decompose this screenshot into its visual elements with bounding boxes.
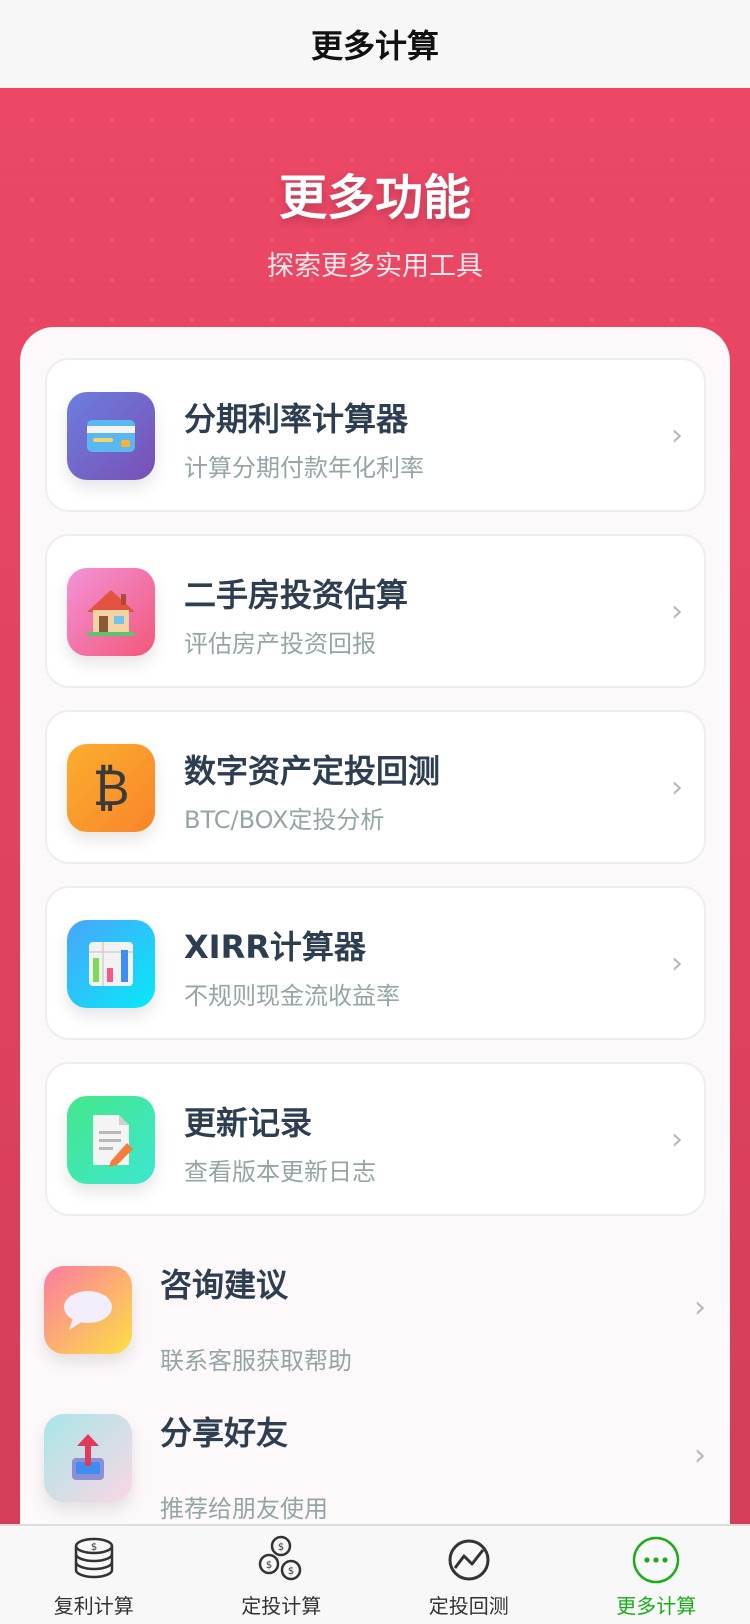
coins-icon: $ $ $ xyxy=(259,1535,302,1581)
bar-chart-icon xyxy=(67,920,155,1008)
speech-bubble-icon xyxy=(44,1266,132,1354)
item-title: 分享好友 xyxy=(160,1414,289,1452)
card-update-log[interactable]: 更新记录 查看版本更新日志 › xyxy=(45,1062,706,1216)
tab-label: 定投计算 xyxy=(241,1594,322,1618)
svg-text:$: $ xyxy=(278,1542,284,1553)
item-consult-advice[interactable]: 咨询建议 联系客服获取帮助 › xyxy=(44,1266,724,1396)
bitcoin-icon: ₿ xyxy=(67,744,155,832)
chevron-right-icon: › xyxy=(671,946,683,981)
page-title: 更多计算 xyxy=(310,27,439,65)
chevron-right-icon: › xyxy=(671,418,683,453)
card-title: 更新记录 xyxy=(184,1104,313,1142)
chevron-right-icon: › xyxy=(694,1290,706,1325)
tab-compound-interest[interactable]: $ 复利计算 xyxy=(0,1526,188,1624)
coin-stack-icon: $ xyxy=(74,1537,113,1579)
item-desc: 推荐给朋友使用 xyxy=(160,1495,328,1523)
card-desc: 不规则现金流收益率 xyxy=(184,982,400,1010)
svg-text:$: $ xyxy=(91,1542,97,1553)
card-desc: 查看版本更新日志 xyxy=(184,1158,376,1186)
card-desc: BTC/BOX定投分析 xyxy=(184,806,385,834)
card-digital-asset-backtest[interactable]: ₿ 数字资产定投回测 BTC/BOX定投分析 › xyxy=(45,710,706,864)
trend-chart-icon xyxy=(448,1539,490,1581)
tab-label: 复利计算 xyxy=(53,1594,134,1618)
svg-text:$: $ xyxy=(266,1560,272,1571)
card-desc: 评估房产投资回报 xyxy=(184,630,376,658)
chevron-right-icon: › xyxy=(694,1438,706,1473)
chevron-right-icon: › xyxy=(671,770,683,805)
card-installment-rate[interactable]: 分期利率计算器 计算分期付款年化利率 › xyxy=(45,358,706,512)
chevron-right-icon: › xyxy=(671,1122,683,1157)
item-title: 咨询建议 xyxy=(160,1266,289,1304)
card-xirr-calculator[interactable]: XIRR计算器 不规则现金流收益率 › xyxy=(45,886,706,1040)
svg-text:$: $ xyxy=(288,1566,294,1577)
card-title: 分期利率计算器 xyxy=(184,400,409,438)
tab-fixed-investment[interactable]: $ $ $ 定投计算 xyxy=(188,1526,376,1624)
card-title: 数字资产定投回测 xyxy=(184,752,441,790)
tab-label: 定投回测 xyxy=(428,1594,509,1618)
chevron-right-icon: › xyxy=(671,594,683,629)
tab-backtest[interactable]: 定投回测 xyxy=(375,1526,563,1624)
card-desc: 计算分期付款年化利率 xyxy=(184,454,424,482)
hero-subtitle: 探索更多实用工具 xyxy=(267,251,483,282)
item-desc: 联系客服获取帮助 xyxy=(160,1347,352,1375)
hero-title: 更多功能 xyxy=(278,170,471,226)
credit-card-icon xyxy=(67,392,155,480)
share-upload-icon xyxy=(44,1414,132,1502)
tab-bar: $ 复利计算 $ $ $ 定投计算 定投回测 更多计算 xyxy=(0,1524,750,1624)
card-second-hand-house[interactable]: 二手房投资估算 评估房产投资回报 › xyxy=(45,534,706,688)
document-edit-icon xyxy=(67,1096,155,1184)
nav-bar: 更多计算 xyxy=(0,0,750,88)
card-title: 二手房投资估算 xyxy=(184,576,409,614)
house-icon xyxy=(67,568,155,656)
tab-label: 更多计算 xyxy=(616,1594,697,1618)
more-icon xyxy=(633,1536,680,1584)
card-title: XIRR计算器 xyxy=(184,928,366,966)
tab-more[interactable]: 更多计算 xyxy=(563,1526,750,1624)
